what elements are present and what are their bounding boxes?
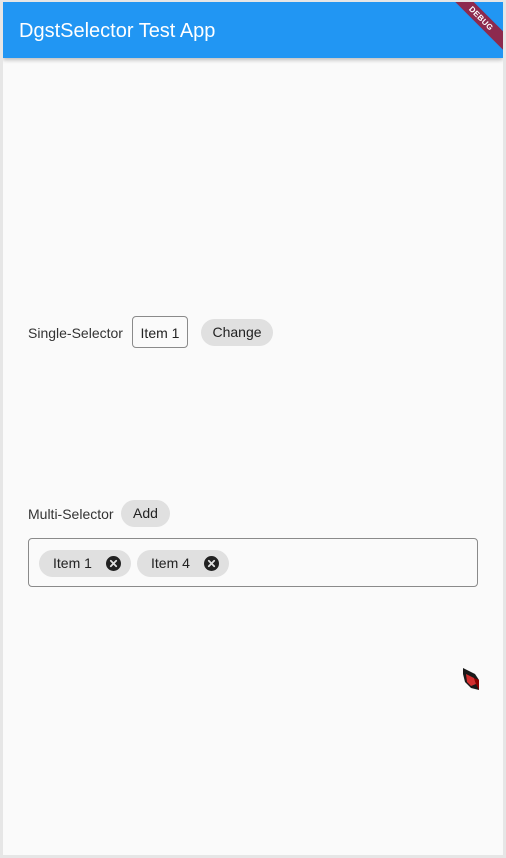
app-window: DgstSelector Test App DEBUG Single-Selec… [3, 2, 503, 855]
cancel-circle-icon[interactable] [106, 556, 121, 571]
single-selector-value[interactable]: Item 1 [132, 316, 188, 348]
chip-label: Item 1 [53, 555, 92, 571]
cancel-circle-icon[interactable] [204, 556, 219, 571]
add-button[interactable]: Add [121, 500, 170, 527]
selected-item-chip: Item 4 [137, 550, 229, 577]
change-button[interactable]: Change [201, 319, 273, 346]
red-cube-icon [461, 664, 481, 692]
multi-selector-label: Multi-Selector [28, 506, 114, 522]
multi-selector-box: Item 1 Item 4 [28, 538, 478, 587]
selected-item-chip: Item 1 [39, 550, 131, 577]
single-selector-label: Single-Selector [28, 325, 123, 341]
app-title: DgstSelector Test App [19, 20, 216, 42]
chip-label: Item 4 [151, 555, 190, 571]
app-bar: DgstSelector Test App [3, 2, 503, 58]
